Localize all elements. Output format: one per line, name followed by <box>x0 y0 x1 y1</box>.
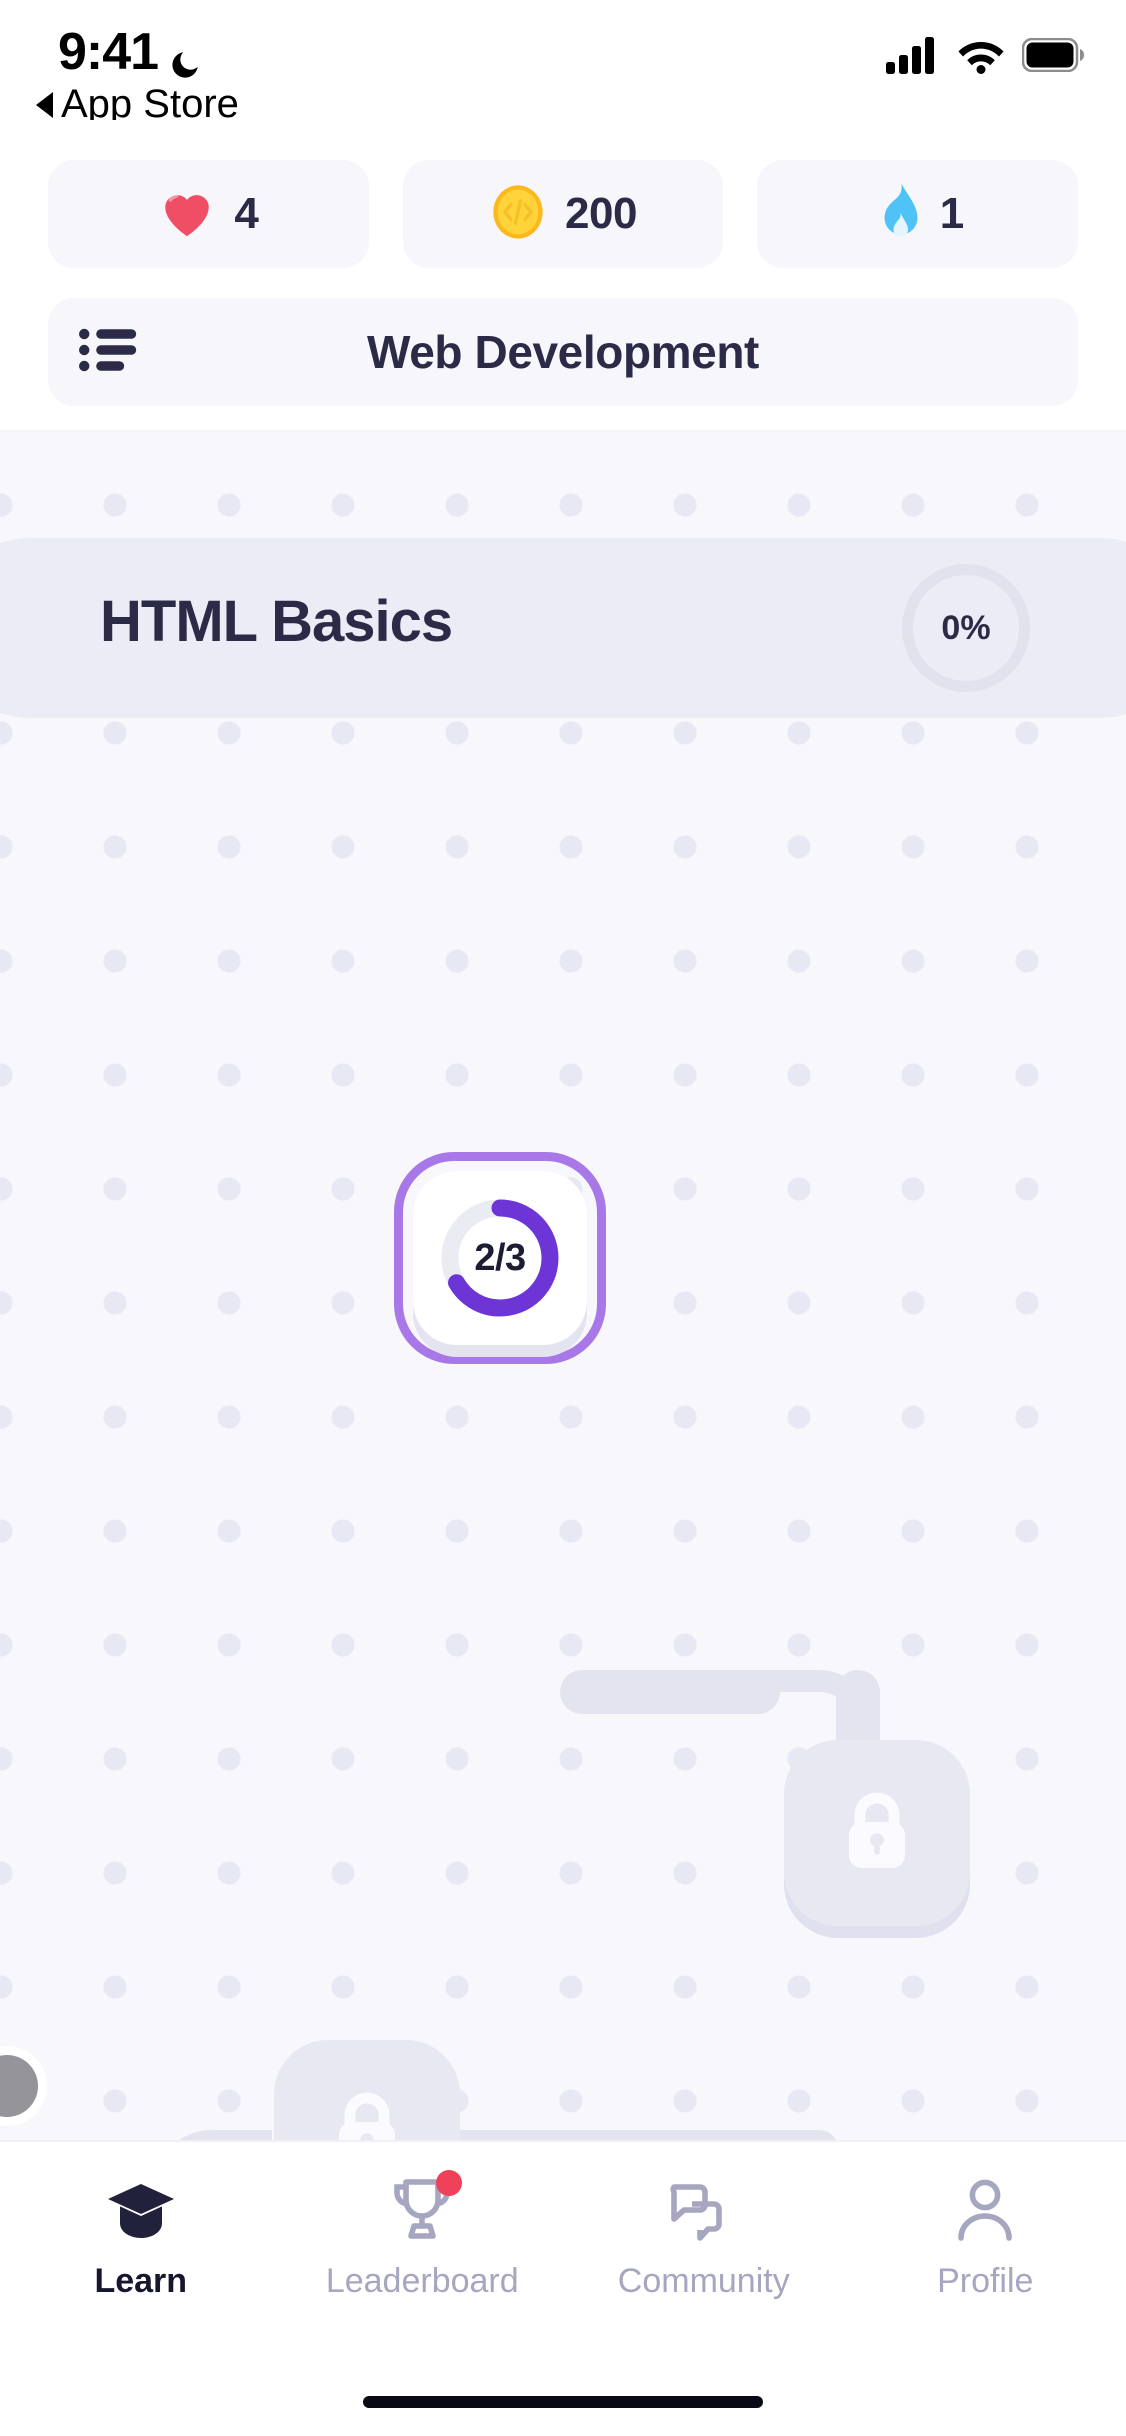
lesson-progress-ring: 2/3 <box>434 1192 566 1324</box>
chat-bubbles-icon <box>666 2168 742 2244</box>
stat-pill-coins[interactable]: 200 <box>402 160 724 268</box>
learning-path-map[interactable]: HTML Basics 0% 2/3 <box>0 430 1126 2140</box>
status-bar: 9:41 App Store <box>0 0 1126 126</box>
tab-learn[interactable]: Learn <box>0 2168 282 2348</box>
lesson-node-locked-2[interactable] <box>274 2040 460 2140</box>
stat-value-streak: 1 <box>939 189 964 238</box>
bottom-tab-bar: Learn Leaderboard Community Profile <box>0 2140 1126 2436</box>
status-bar-time-group: 9:41 <box>58 22 202 82</box>
active-node-ring-border: 2/3 <box>394 1152 606 1364</box>
tab-leaderboard[interactable]: Leaderboard <box>282 2168 564 2348</box>
tab-label-learn: Learn <box>94 2262 188 2300</box>
locked-node-surface <box>274 2040 460 2140</box>
unit-progress-label: 0% <box>941 608 991 647</box>
page-title: Web Development <box>367 326 759 378</box>
lock-icon <box>840 1789 914 1878</box>
lesson-node-active[interactable]: 2/3 <box>394 1152 606 1364</box>
stat-pill-hearts[interactable]: 4 <box>48 160 369 268</box>
course-title-bar: Web Development <box>48 298 1078 406</box>
stats-row: 4 200 1 <box>48 160 1079 268</box>
notification-badge <box>436 2170 463 2196</box>
path-segment-lock1-to-lock2-h <box>400 2130 840 2140</box>
lock-icon <box>330 2089 404 2140</box>
flame-icon <box>872 182 922 247</box>
heart-icon <box>158 185 216 244</box>
active-node-surface: 2/3 <box>413 1171 587 1345</box>
tab-label-profile: Profile <box>937 2262 1034 2300</box>
tab-label-leaderboard: Leaderboard <box>325 2262 519 2300</box>
lesson-progress-label: 2/3 <box>474 1236 526 1279</box>
stat-value-coins: 200 <box>565 189 637 238</box>
trophy-icon <box>386 2168 463 2244</box>
graduation-cap-icon <box>103 2168 179 2244</box>
status-bar-indicators <box>886 36 1084 79</box>
clock-label: 9:41 <box>58 23 159 81</box>
lesson-node-locked-1[interactable] <box>784 1740 970 1926</box>
top-chrome: 4 200 1 Web Development <box>0 120 1126 430</box>
tab-community[interactable]: Community <box>563 2168 845 2348</box>
coin-code-icon <box>489 183 547 246</box>
cellular-bars-icon <box>886 36 940 79</box>
battery-full-icon <box>1021 37 1084 77</box>
unit-progress-ring: 0% <box>902 564 1030 692</box>
unit-title: HTML Basics <box>100 589 453 654</box>
locked-node-surface <box>784 1740 970 1926</box>
home-indicator <box>363 2396 763 2408</box>
path-segment-active-to-lock1 <box>560 1670 780 1714</box>
stat-pill-streak[interactable]: 1 <box>757 160 1079 268</box>
unit-banner[interactable]: HTML Basics 0% <box>0 538 1126 718</box>
tab-label-community: Community <box>617 2262 790 2300</box>
person-icon <box>950 2168 1020 2244</box>
tab-profile[interactable]: Profile <box>845 2168 1126 2348</box>
stat-value-hearts: 4 <box>234 189 259 238</box>
list-menu-icon <box>79 328 137 377</box>
crescent-moon-icon <box>168 35 202 78</box>
back-triangle-icon <box>36 91 53 118</box>
app-screen: 9:41 App Store 4 200 1 Web Development H… <box>0 0 1126 2436</box>
list-menu-button[interactable] <box>48 328 168 377</box>
wifi-icon <box>956 36 1006 79</box>
